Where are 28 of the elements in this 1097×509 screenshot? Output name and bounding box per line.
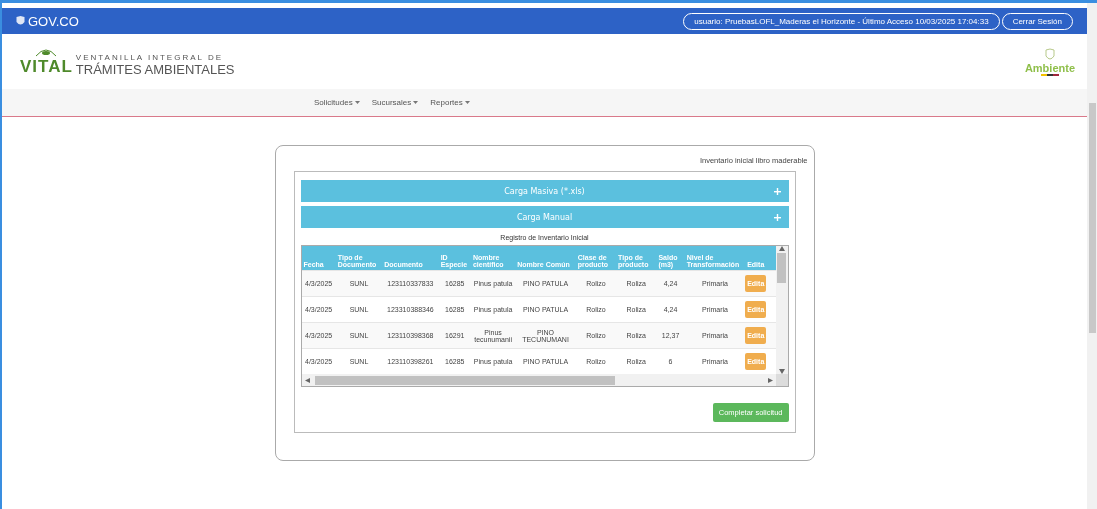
logo-title: TRÁMITES AMBIENTALES (75, 61, 235, 77)
emblem-icon (1043, 47, 1056, 62)
scrollbar-thumb[interactable] (314, 375, 615, 385)
right-arrow-icon (766, 377, 773, 383)
page-scrollbar[interactable] (1087, 3, 1097, 509)
caret-icon (354, 101, 360, 104)
scrollbar-thumb[interactable] (1088, 103, 1096, 333)
shield-icon (16, 15, 25, 27)
horizontal-scrollbar[interactable] (301, 374, 776, 386)
scrollbar-thumb[interactable] (777, 253, 786, 283)
logo-wordmark: VITAL (20, 56, 73, 77)
caret-icon (413, 101, 419, 104)
nav-menu-item[interactable]: Solicitudes (314, 98, 360, 107)
accordion-header[interactable]: Carga Manual (300, 206, 789, 228)
accordion-header[interactable]: Carga Masiva (*.xls) (300, 180, 789, 202)
caret-icon (464, 101, 470, 104)
left-arrow-icon (304, 377, 311, 383)
down-arrow-icon (778, 369, 785, 374)
nav-menu-item[interactable]: Sucursales (371, 98, 419, 107)
brand-label: GOV.CO (16, 13, 79, 29)
plus-icon (773, 187, 781, 195)
ministry-name: Ambiente (1024, 61, 1075, 74)
leaf-icon (35, 46, 58, 57)
plus-icon (773, 213, 781, 221)
logo-tagline: VENTANILLA INTEGRAL DE (75, 52, 224, 62)
up-arrow-icon (778, 246, 785, 251)
flag-stripe-icon (1040, 73, 1059, 76)
nav-menu-item[interactable]: Reportes (430, 98, 470, 107)
